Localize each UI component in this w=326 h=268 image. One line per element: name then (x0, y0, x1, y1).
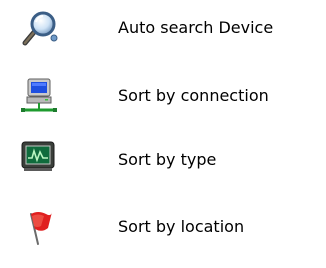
monitor-waveform-icon (18, 136, 58, 176)
network-computer-icon (18, 76, 58, 116)
menu-item-label: Sort by location (118, 217, 245, 236)
menu-item-sort-connection[interactable]: Sort by connection (0, 68, 326, 128)
menu-item-sort-location[interactable]: Sort by location (0, 195, 326, 255)
menu-item-label: Sort by connection (118, 86, 269, 105)
menu-item-sort-type[interactable]: Sort by type (0, 131, 326, 191)
red-flag-icon (18, 206, 58, 246)
menu-item-label: Sort by type (118, 150, 217, 169)
menu-item-auto-search[interactable]: Auto search Device (0, 0, 326, 60)
menu-item-label: Auto search Device (118, 18, 274, 37)
magnifier-icon (18, 9, 58, 49)
